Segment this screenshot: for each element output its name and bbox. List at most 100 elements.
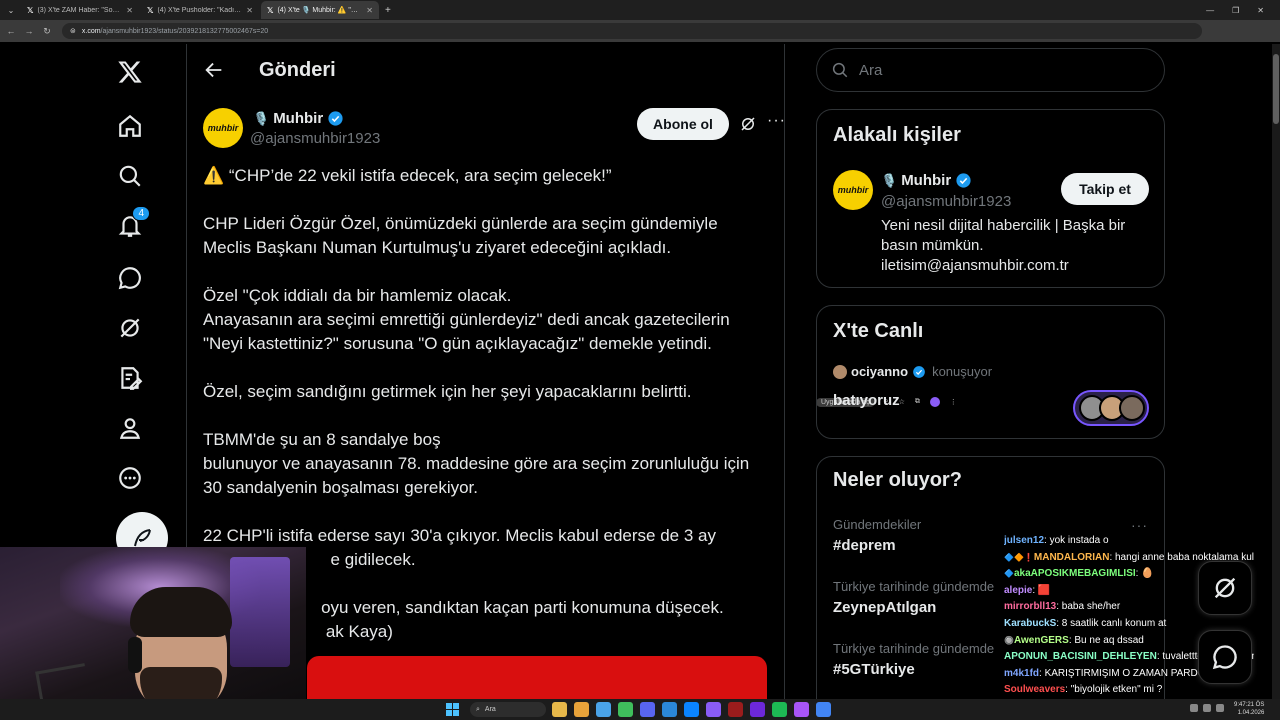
tray-icon[interactable] xyxy=(1203,704,1211,712)
search-icon[interactable] xyxy=(116,162,144,190)
related-name[interactable]: 🎙️ Muhbir xyxy=(881,172,972,189)
taskbar-clock[interactable]: 9:47:21 ÖS 1.04.2026 xyxy=(1234,701,1264,717)
author-name-text: Muhbir xyxy=(273,110,324,127)
trend-name[interactable]: #5GTürkiye xyxy=(833,661,915,678)
grok-floating-button[interactable] xyxy=(1198,561,1252,615)
tab-close-icon[interactable]: ✕ xyxy=(246,6,253,15)
maximize-icon[interactable]: ❐ xyxy=(1232,6,1239,15)
chat-text: : Bu ne aq dssad xyxy=(1068,634,1144,646)
post-header: Gönderi xyxy=(187,44,784,96)
post-more-icon[interactable]: ··· xyxy=(767,112,786,130)
start-menu-icon[interactable] xyxy=(446,703,459,716)
taskbar-app-icon[interactable] xyxy=(662,702,677,717)
subscribe-button[interactable]: Abone ol xyxy=(637,108,729,140)
chat-username: m4k1fd xyxy=(1004,667,1040,679)
minimize-icon[interactable]: — xyxy=(1206,6,1214,15)
live-card[interactable]: X'te Canlı ociyanno konuşuyor batıyoruz xyxy=(816,305,1165,439)
tab-search-button[interactable]: ⌄ xyxy=(3,3,19,17)
close-window-icon[interactable]: ✕ xyxy=(1257,6,1264,15)
home-icon[interactable] xyxy=(116,112,144,140)
follow-button[interactable]: Takip et xyxy=(1061,173,1149,205)
new-tab-button[interactable]: + xyxy=(385,5,391,16)
taskbar-app-icon[interactable] xyxy=(750,702,765,717)
os-taskbar: ⌕ Ara 9:47:21 ÖS 1.04.2026 xyxy=(0,699,1280,720)
verified-badge-icon xyxy=(913,365,925,378)
chat-text: : 🟥 xyxy=(1032,584,1051,596)
chat-username: AwenGERS xyxy=(1013,634,1069,646)
scrollbar-thumb[interactable] xyxy=(1273,54,1279,124)
taskbar-app-icon[interactable] xyxy=(574,702,589,717)
more-options-icon[interactable] xyxy=(116,464,144,492)
x-favicon-icon: 𝕏 xyxy=(147,5,154,15)
clock-date: 1.04.2026 xyxy=(1237,710,1265,716)
profile-icon[interactable] xyxy=(116,414,144,442)
tab-close-icon[interactable]: ✕ xyxy=(126,6,133,15)
host-avatar xyxy=(833,364,847,379)
site-info-icon[interactable]: ⊜ xyxy=(70,27,76,35)
tab-close-icon[interactable]: ✕ xyxy=(366,6,373,15)
taskbar-app-icon[interactable] xyxy=(816,702,831,717)
live-title: X'te Canlı xyxy=(833,320,924,342)
column-divider xyxy=(784,44,785,720)
grok-explain-icon[interactable] xyxy=(739,115,757,133)
x-logo-icon[interactable] xyxy=(116,58,144,86)
live-listener-avatars xyxy=(1073,390,1149,426)
streamer-webcam xyxy=(0,547,306,720)
chat-text: : KARIŞTIRMIŞIM O ZAMAN PARDON xyxy=(1039,667,1213,679)
browser-tab-1[interactable]: 𝕏 (3) X'te ZAM Haber: "Son 4 ay... ✕ xyxy=(21,1,139,19)
chat-username: alepie xyxy=(1004,584,1033,596)
trend-name[interactable]: #deprem xyxy=(833,537,896,554)
forward-nav-icon[interactable]: → xyxy=(22,26,36,36)
search-icon xyxy=(832,62,848,78)
address-toolbar: ← → ↻ ⊜ x.com/ajansmuhbir1923/status/203… xyxy=(0,20,1280,407)
tray-icon[interactable] xyxy=(1190,704,1198,712)
author-avatar[interactable]: muhbir xyxy=(203,108,243,148)
taskbar-app-icon[interactable] xyxy=(596,702,611,717)
reload-icon[interactable]: ↻ xyxy=(40,26,54,37)
search-input[interactable]: Ara xyxy=(816,48,1165,92)
taskbar-app-icon[interactable] xyxy=(794,702,809,717)
related-handle[interactable]: @ajansmuhbir1923 xyxy=(881,193,1011,210)
chat-message: Soulweavers: "biyolojik etken" mi ? xyxy=(1004,682,1254,699)
system-tray xyxy=(1190,704,1224,712)
author-handle[interactable]: @ajansmuhbir1923 xyxy=(250,130,380,147)
notification-count-badge: 4 xyxy=(132,206,150,221)
taskbar-app-icon[interactable] xyxy=(728,702,743,717)
live-host: ociyanno konuşuyor xyxy=(833,364,992,379)
trend-more-icon[interactable]: ··· xyxy=(1131,517,1148,533)
messages-floating-button[interactable] xyxy=(1198,630,1252,684)
taskbar-app-icon[interactable] xyxy=(618,702,633,717)
author-name[interactable]: 🎙️ Muhbir xyxy=(253,110,344,127)
notifications-bell-icon[interactable]: 4 xyxy=(116,206,150,240)
browser-tab-2[interactable]: 𝕏 (4) X'te Pusholder: "Kadıköy'de... ✕ xyxy=(141,1,259,19)
related-people-title: Alakalı kişiler xyxy=(833,124,961,146)
lists-icon[interactable] xyxy=(116,364,144,392)
page-scrollbar[interactable] xyxy=(1272,44,1280,699)
x-favicon-icon: 𝕏 xyxy=(267,5,274,15)
taskbar-app-icon[interactable] xyxy=(640,702,655,717)
tray-icon[interactable] xyxy=(1216,704,1224,712)
search-placeholder: Ara xyxy=(859,61,883,79)
taskbar-app-icon[interactable] xyxy=(552,702,567,717)
trend-category: Türkiye tarihinde gündemde xyxy=(833,641,995,656)
chat-username: julsen12 xyxy=(1004,535,1045,546)
related-avatar[interactable]: muhbir xyxy=(833,170,873,210)
back-nav-icon[interactable]: ← xyxy=(4,26,18,36)
taskbar-app-icon[interactable] xyxy=(772,702,787,717)
grok-icon[interactable] xyxy=(116,314,144,342)
trend-category: Türkiye tarihinde gündemde xyxy=(833,579,995,594)
taskbar-app-icon[interactable] xyxy=(706,702,721,717)
back-arrow-icon[interactable] xyxy=(203,59,225,81)
taskbar-search[interactable]: ⌕ Ara xyxy=(470,702,546,717)
browser-tab-3-active[interactable]: 𝕏 (4) X'te 🎙️ Muhbir: ⚠️ "CHP'... ✕ xyxy=(261,1,379,19)
taskbar-search-label: Ara xyxy=(484,706,496,713)
host-name: ociyanno xyxy=(851,364,909,379)
related-bio: Yeni nesil dijital habercilik | Başka bi… xyxy=(881,217,1126,274)
trend-name[interactable]: ZeynepAtılgan xyxy=(833,599,936,616)
tab-title: (4) X'te Pusholder: "Kadıköy'de... xyxy=(157,6,242,14)
url-field[interactable]: ⊜ x.com/ajansmuhbir1923/status/203921813… xyxy=(62,23,1202,407)
taskbar-app-icon[interactable] xyxy=(684,702,699,717)
chat-text: : 8 saatlik canlı konum at xyxy=(1056,617,1167,629)
messages-icon[interactable] xyxy=(116,264,144,292)
verified-badge-icon xyxy=(956,173,971,188)
